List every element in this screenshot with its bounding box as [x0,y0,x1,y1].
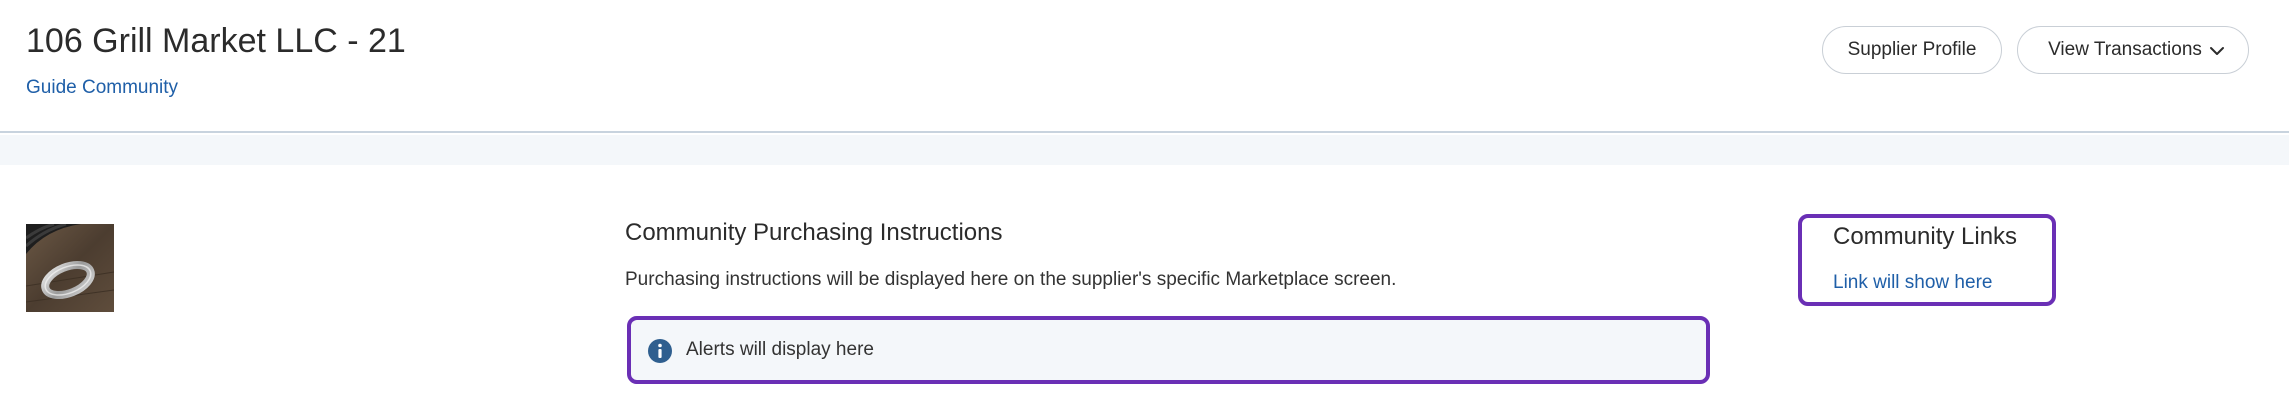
purchasing-instructions-heading: Community Purchasing Instructions [625,219,1003,246]
info-icon [648,339,672,363]
alert-text: Alerts will display here [686,339,874,360]
supplier-logo-image [26,224,114,312]
view-transactions-dropdown[interactable]: View Transactions [2017,26,2249,74]
page-title: 106 Grill Market LLC - 21 [26,22,406,60]
supplier-profile-label: Supplier Profile [1847,39,1977,60]
supplier-profile-button[interactable]: Supplier Profile [1822,26,2002,74]
view-transactions-label: View Transactions [2048,39,2202,60]
page-header: 106 Grill Market LLC - 21 Guide Communit… [0,0,2289,133]
community-link[interactable]: Link will show here [1833,272,1992,294]
supplier-logo [26,224,114,312]
alert-banner: Alerts will display here [627,316,1710,384]
community-links-heading: Community Links [1833,223,2018,250]
community-links-panel: Community Links Link will show here [1798,214,2056,306]
page: 106 Grill Market LLC - 21 Guide Communit… [0,0,2289,410]
separator-band [0,135,2289,165]
guide-community-link[interactable]: Guide Community [26,77,178,99]
purchasing-instructions-text: Purchasing instructions will be displaye… [625,269,1397,290]
chevron-down-icon [2210,47,2224,55]
